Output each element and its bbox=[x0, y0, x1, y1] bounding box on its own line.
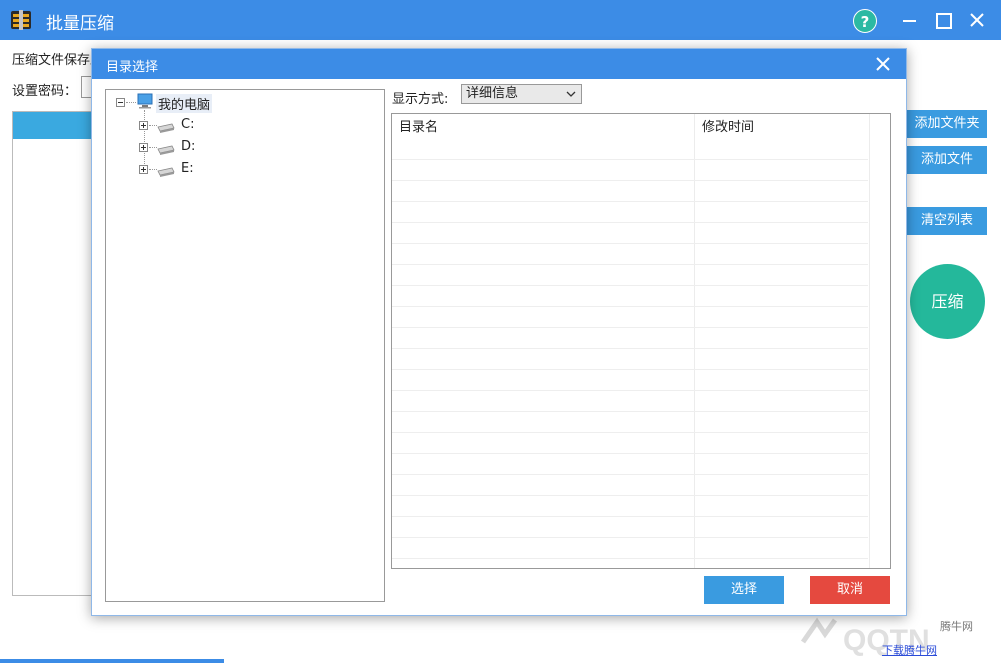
clear-list-button[interactable]: 清空列表 bbox=[907, 207, 987, 235]
maximize-button[interactable] bbox=[931, 8, 955, 32]
file-list[interactable] bbox=[12, 111, 94, 596]
view-mode-select[interactable]: 详细信息 bbox=[461, 84, 582, 104]
close-icon bbox=[970, 13, 984, 27]
tree-collapse-toggle[interactable] bbox=[116, 98, 125, 107]
main-titlebar: 批量压缩 ? bbox=[0, 0, 1001, 40]
dialog-titlebar: 目录选择 bbox=[92, 49, 906, 79]
drive-icon bbox=[157, 123, 175, 133]
add-folder-button[interactable]: 添加文件夹 bbox=[907, 110, 987, 138]
column-divider bbox=[869, 114, 870, 568]
tree-drive-label[interactable]: E: bbox=[181, 161, 194, 176]
table-row-line bbox=[392, 432, 868, 433]
directory-select-dialog: 目录选择 我的电脑 C: D: E: 显示方式: 详细信息 目录名 修改时间 选… bbox=[91, 48, 907, 616]
table-row-line bbox=[392, 180, 868, 181]
watermark-site-name: 腾牛网 bbox=[940, 620, 973, 633]
table-row-line bbox=[392, 369, 868, 370]
select-button[interactable]: 选择 bbox=[704, 576, 784, 604]
table-row-line bbox=[392, 495, 868, 496]
tree-root-label[interactable]: 我的电脑 bbox=[156, 94, 213, 113]
file-list-header bbox=[13, 112, 93, 139]
table-row-line bbox=[392, 516, 868, 517]
column-header-modified[interactable]: 修改时间 bbox=[694, 114, 869, 141]
computer-icon bbox=[137, 93, 153, 109]
column-header-name[interactable]: 目录名 bbox=[392, 114, 694, 141]
table-row-line bbox=[392, 159, 868, 160]
window-title: 批量压缩 bbox=[46, 14, 114, 34]
tree-connector bbox=[126, 102, 136, 103]
table-row-line bbox=[392, 558, 868, 559]
table-row-line bbox=[392, 537, 868, 538]
tree-expand-toggle[interactable] bbox=[139, 143, 148, 152]
table-row-line bbox=[392, 453, 868, 454]
tree-expand-toggle[interactable] bbox=[139, 165, 148, 174]
view-mode-label: 显示方式: bbox=[392, 92, 449, 107]
directory-table[interactable]: 目录名 修改时间 bbox=[391, 113, 891, 569]
drive-icon bbox=[157, 167, 175, 177]
add-file-button[interactable]: 添加文件 bbox=[907, 146, 987, 174]
folder-tree[interactable]: 我的电脑 C: D: E: bbox=[105, 89, 385, 602]
drive-icon bbox=[157, 145, 175, 155]
table-row-line bbox=[392, 201, 868, 202]
table-row-line bbox=[392, 390, 868, 391]
archive-app-icon bbox=[11, 10, 31, 30]
table-row-line bbox=[392, 348, 868, 349]
password-label: 设置密码： bbox=[12, 84, 78, 99]
tree-expand-toggle[interactable] bbox=[139, 121, 148, 130]
tree-drive-label[interactable]: C: bbox=[181, 117, 194, 132]
dialog-title: 目录选择 bbox=[106, 60, 159, 75]
status-strip bbox=[0, 659, 224, 663]
close-window-button[interactable] bbox=[965, 8, 989, 32]
column-divider bbox=[694, 114, 695, 568]
compress-button[interactable]: 压缩 bbox=[910, 264, 985, 339]
table-row-line bbox=[392, 243, 868, 244]
chevron-down-icon bbox=[566, 91, 576, 97]
help-button[interactable]: ? bbox=[853, 9, 877, 33]
cancel-button[interactable]: 取消 bbox=[810, 576, 890, 604]
table-row-line bbox=[392, 285, 868, 286]
table-row-line bbox=[392, 411, 868, 412]
watermark-link[interactable]: 下载腾牛网 bbox=[882, 642, 937, 658]
table-row-line bbox=[392, 474, 868, 475]
table-row-line bbox=[392, 306, 868, 307]
save-path-label: 压缩文件保存路 bbox=[12, 53, 104, 68]
dialog-close-icon[interactable] bbox=[874, 55, 892, 73]
table-row-line bbox=[392, 264, 868, 265]
view-mode-value: 详细信息 bbox=[466, 86, 519, 101]
minimize-button[interactable] bbox=[898, 8, 922, 32]
tree-drive-label[interactable]: D: bbox=[181, 139, 195, 154]
tree-connector bbox=[144, 110, 145, 170]
table-row-line bbox=[392, 222, 868, 223]
table-row-line bbox=[392, 327, 868, 328]
